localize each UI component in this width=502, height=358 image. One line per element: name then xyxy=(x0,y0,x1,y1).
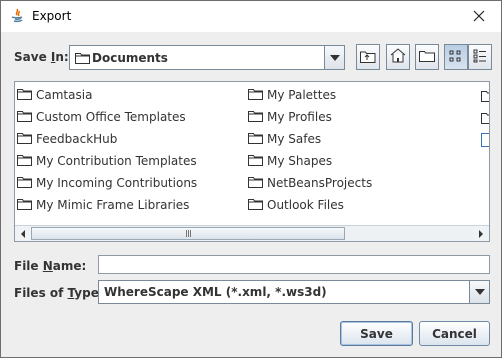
folder-name: My Contribution Templates xyxy=(36,154,197,168)
scroll-left-button[interactable] xyxy=(15,226,31,241)
folder-name: NetBeansProjects xyxy=(267,176,373,190)
folder-icon xyxy=(17,175,32,191)
close-button[interactable] xyxy=(457,1,501,32)
folder-icon xyxy=(248,131,263,147)
scroll-right-button[interactable] xyxy=(473,226,489,241)
file-name-input[interactable] xyxy=(98,255,490,274)
files-of-type-label: Files of Type: xyxy=(14,286,104,300)
save-in-label: Save In: xyxy=(14,50,69,64)
folder-name: Outlook Files xyxy=(267,198,344,212)
folder-name: My Safes xyxy=(267,132,322,146)
folder-item[interactable]: NetBeansProjects xyxy=(248,173,372,193)
new-folder-icon xyxy=(419,49,435,65)
folder-name: My Profiles xyxy=(267,110,332,124)
home-button[interactable] xyxy=(386,44,410,70)
folder-item[interactable]: My Palettes xyxy=(248,85,336,105)
folder-item[interactable]: My Mimic Frame Libraries xyxy=(17,195,189,215)
export-dialog: Export Save In: Documents Camtasia Custo… xyxy=(0,0,502,358)
folder-item[interactable]: FeedbackHub xyxy=(17,129,117,149)
folder-item[interactable]: My Safes xyxy=(248,129,321,149)
up-folder-icon xyxy=(360,49,376,66)
close-icon xyxy=(473,7,485,26)
folder-item[interactable]: Custom Office Templates xyxy=(17,107,186,127)
folder-item[interactable]: My Incoming Contributions xyxy=(17,173,197,193)
save-button[interactable]: Save xyxy=(340,321,413,346)
scroll-thumb[interactable] xyxy=(31,227,345,240)
cancel-button[interactable]: Cancel xyxy=(419,321,490,346)
grip-icon xyxy=(185,230,191,237)
folder-icon xyxy=(248,197,263,213)
folder-icon xyxy=(17,197,32,213)
folder-item[interactable]: My Contribution Templates xyxy=(17,151,197,171)
folder-item[interactable]: Outlook Files xyxy=(248,195,344,215)
folder-icon xyxy=(17,87,32,103)
partial-folder-icon xyxy=(481,89,489,105)
horizontal-scrollbar[interactable] xyxy=(15,225,489,241)
folder-name: My Shapes xyxy=(267,154,333,168)
chevron-left-icon xyxy=(20,227,26,241)
folder-icon xyxy=(75,51,90,67)
save-in-combo[interactable]: Documents xyxy=(69,45,345,70)
folder-item[interactable]: Camtasia xyxy=(17,85,92,105)
folder-icon xyxy=(248,109,263,125)
up-one-level-button[interactable] xyxy=(356,44,380,70)
folder-name: My Mimic Frame Libraries xyxy=(36,198,190,212)
folder-name: Camtasia xyxy=(36,88,93,102)
folder-icon xyxy=(248,175,263,191)
chevron-down-icon xyxy=(474,289,485,295)
partial-file-icon xyxy=(481,133,489,150)
file-list[interactable]: Camtasia Custom Office Templates FeedbackH… xyxy=(14,81,490,242)
title-bar: Export xyxy=(1,1,501,32)
save-in-value: Documents xyxy=(92,51,168,65)
chevron-right-icon xyxy=(478,227,484,241)
details-view-button[interactable] xyxy=(468,44,492,70)
home-icon xyxy=(390,48,406,66)
files-of-type-value: WhereScape XML (*.xml, *.ws3d) xyxy=(104,285,327,299)
files-of-type-dropdown-button[interactable] xyxy=(469,281,489,303)
java-app-icon xyxy=(9,8,25,24)
folder-icon xyxy=(17,153,32,169)
folder-name: FeedbackHub xyxy=(36,132,118,146)
folder-name: Custom Office Templates xyxy=(36,110,186,124)
folder-icon xyxy=(248,153,263,169)
partial-folder-icon xyxy=(481,111,489,127)
save-in-dropdown-button[interactable] xyxy=(324,46,344,69)
list-view-icon xyxy=(449,49,463,66)
folder-name: My Incoming Contributions xyxy=(36,176,198,190)
folder-item[interactable]: My Shapes xyxy=(248,151,332,171)
folder-icon xyxy=(248,87,263,103)
chevron-down-icon xyxy=(329,54,340,61)
folder-icon xyxy=(17,131,32,147)
create-new-folder-button[interactable] xyxy=(415,44,439,70)
details-view-icon xyxy=(473,49,487,66)
window-title: Export xyxy=(32,9,72,23)
folder-name: My Palettes xyxy=(267,88,337,102)
folder-icon xyxy=(17,109,32,125)
folder-item[interactable]: My Profiles xyxy=(248,107,332,127)
list-view-button[interactable] xyxy=(444,44,468,70)
files-of-type-combo[interactable]: WhereScape XML (*.xml, *.ws3d) xyxy=(98,280,490,304)
file-name-label: File Name: xyxy=(14,259,87,273)
